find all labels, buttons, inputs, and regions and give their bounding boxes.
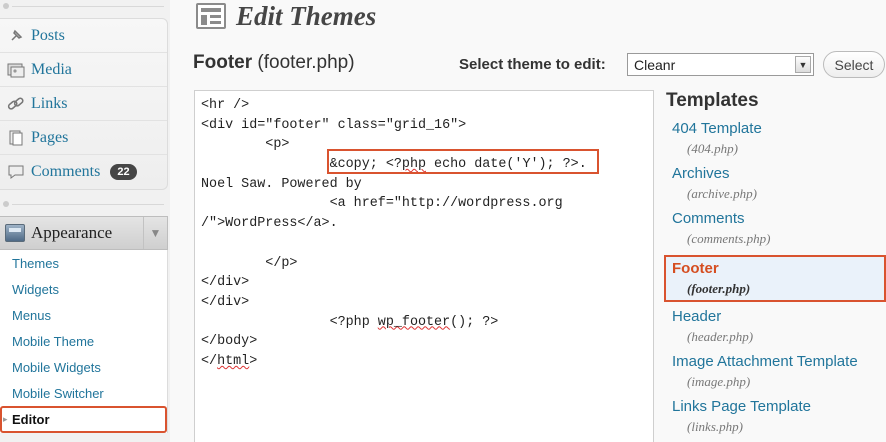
- template-name[interactable]: Footer: [672, 257, 884, 277]
- code-line: </html>: [201, 353, 258, 369]
- media-icon: [5, 59, 27, 81]
- templates-list: 404 Template (404.php) Archives (archive.ph…: [664, 116, 886, 439]
- submenu-item-mobile-widgets[interactable]: Mobile Widgets: [0, 354, 167, 380]
- appearance-submenu: Themes Widgets Menus Mobile Theme Mobile…: [0, 250, 168, 433]
- template-item-archives[interactable]: Archives (archive.php): [664, 161, 886, 206]
- template-filename: (footer.php): [687, 281, 751, 296]
- submenu-label: Editor: [12, 412, 50, 427]
- template-item-comments[interactable]: Comments (comments.php): [664, 206, 886, 251]
- link-icon: [5, 93, 27, 115]
- code-line: <div id="footer" class="grid_16">: [201, 117, 467, 133]
- template-filename: (image.php): [687, 374, 751, 389]
- admin-sidebar: Posts Media Links Pages Comments 22 Appe…: [0, 0, 170, 442]
- current-indicator-icon: ▸: [3, 414, 8, 424]
- submenu-item-mobile-switcher[interactable]: Mobile Switcher: [0, 380, 167, 406]
- code-line: </div>: [201, 294, 250, 310]
- template-item-404-template[interactable]: 404 Template (404.php): [664, 116, 886, 161]
- code-editor[interactable]: <hr /> <div id="footer" class="grid_16"> …: [194, 90, 654, 442]
- file-heading-name: Footer: [193, 52, 253, 73]
- code-line: Noel Saw. Powered by: [201, 176, 362, 192]
- pages-icon: [5, 127, 27, 149]
- template-name[interactable]: Archives: [672, 161, 886, 182]
- menu-label: Links: [31, 94, 68, 112]
- dropdown-arrow-icon[interactable]: ▼: [795, 56, 811, 73]
- code-line: <hr />: [201, 98, 250, 113]
- code-highlight-box: [327, 149, 599, 174]
- template-name[interactable]: Image Attachment Template: [672, 349, 886, 370]
- file-heading: Footer (footer.php): [193, 52, 355, 74]
- submenu-item-menus[interactable]: Menus: [0, 302, 167, 328]
- submenu-item-editor[interactable]: ▸ Editor: [0, 406, 167, 433]
- menu-separator: [0, 198, 170, 212]
- menu-item-comments[interactable]: Comments 22: [0, 155, 167, 189]
- template-filename: (404.php): [687, 141, 738, 156]
- template-filename: (archive.php): [687, 186, 757, 201]
- primary-menu: Posts Media Links Pages Comments 22: [0, 18, 168, 190]
- theme-select[interactable]: Cleanr ▼: [627, 53, 814, 76]
- menu-item-media[interactable]: Media: [0, 53, 167, 87]
- theme-select-value: Cleanr: [634, 56, 676, 73]
- comments-icon: [5, 161, 27, 183]
- theme-select-label: Select theme to edit:: [459, 56, 606, 73]
- template-name[interactable]: Comments: [672, 206, 886, 227]
- template-item-header[interactable]: Header (header.php): [664, 304, 886, 349]
- template-filename: (header.php): [687, 329, 754, 344]
- code-line: </div>: [201, 275, 250, 291]
- pushpin-icon: [5, 25, 27, 47]
- template-item-footer[interactable]: Footer (footer.php): [664, 255, 886, 302]
- code-line: ​: [201, 234, 587, 254]
- code-line: /">WordPress</a>.: [201, 216, 338, 232]
- submenu-item-themes[interactable]: Themes: [0, 250, 167, 276]
- comment-count-badge: 22: [110, 164, 137, 180]
- code-line: <?php wp_footer(); ?>: [201, 314, 499, 330]
- menu-label: Appearance: [31, 223, 113, 242]
- templates-heading: Templates: [666, 90, 759, 111]
- menu-label: Pages: [31, 128, 69, 146]
- template-filename: (links.php): [687, 419, 743, 434]
- menu-item-links[interactable]: Links: [0, 87, 167, 121]
- template-filename: (comments.php): [687, 231, 771, 246]
- template-name[interactable]: 404 Template: [672, 116, 886, 137]
- menu-item-appearance[interactable]: Appearance ▼: [0, 216, 168, 250]
- code-line: </body>: [201, 334, 258, 350]
- menu-item-posts[interactable]: Posts: [0, 19, 167, 53]
- menu-item-pages[interactable]: Pages: [0, 121, 167, 155]
- code-line: <a href="http://wordpress.org: [201, 196, 563, 212]
- appearance-icon: [5, 224, 25, 242]
- template-name[interactable]: Links Page Template: [672, 394, 886, 415]
- code-line: </p>: [201, 255, 298, 271]
- template-name[interactable]: Header: [672, 304, 886, 325]
- menu-label: Media: [31, 60, 72, 78]
- page-title: Edit Themes: [236, 0, 377, 31]
- menu-label: Comments: [31, 163, 101, 180]
- submenu-item-mobile-theme[interactable]: Mobile Theme: [0, 328, 167, 354]
- menu-label: Posts: [31, 26, 65, 44]
- submenu-item-widgets[interactable]: Widgets: [0, 276, 167, 302]
- page-header: Edit Themes: [196, 0, 376, 32]
- menu-separator: [0, 0, 170, 14]
- template-item-image-attachment-template[interactable]: Image Attachment Template (image.php): [664, 349, 886, 394]
- template-item-links-page-template[interactable]: Links Page Template (links.php): [664, 394, 886, 439]
- appearance-screen-icon: [196, 3, 226, 29]
- file-heading-filename: (footer.php): [257, 52, 355, 73]
- code-text[interactable]: <hr /> <div id="footer" class="grid_16"> …: [201, 96, 587, 372]
- select-theme-button[interactable]: Select: [823, 51, 885, 78]
- collapse-arrow-icon[interactable]: ▼: [143, 217, 167, 249]
